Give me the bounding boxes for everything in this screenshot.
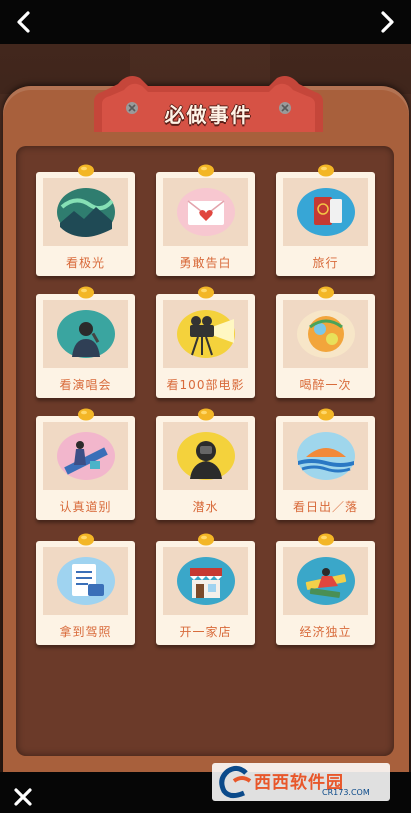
item-card-confession[interactable]: 勇敢告白: [156, 164, 255, 276]
item-label: 勇敢告白: [179, 256, 232, 270]
flying-money-icon: [283, 547, 368, 615]
item-label: 旅行: [312, 256, 339, 270]
item-label: 看100部电影: [166, 378, 245, 392]
item-label: 喝醉一次: [299, 378, 352, 392]
item-label: 开一家店: [179, 625, 232, 639]
watermark-logo-icon: [219, 765, 252, 799]
page-title: 必做事件: [164, 103, 253, 127]
item-card-drunk[interactable]: 喝醉一次: [276, 286, 375, 398]
forward-button[interactable]: [373, 8, 401, 36]
close-icon: [14, 788, 32, 806]
sunset-icon: [283, 422, 368, 490]
item-card-diving[interactable]: 潜水: [156, 408, 255, 520]
item-label: 看极光: [65, 256, 105, 270]
item-card-sunrise[interactable]: 看日出／落: [276, 408, 375, 520]
title-banner: 必做事件: [88, 72, 329, 132]
item-card-independence[interactable]: 经济独立: [276, 533, 375, 645]
item-label: 看演唱会: [59, 378, 112, 392]
item-card-farewell[interactable]: 认真道别: [36, 408, 135, 520]
back-button[interactable]: [10, 8, 38, 36]
movie-camera-icon: [163, 300, 248, 368]
love-letter-icon: [163, 178, 248, 246]
watermark-url: CR173.COM: [322, 788, 370, 797]
license-icon: [43, 547, 128, 615]
item-card-movies[interactable]: 看100部电影: [156, 286, 255, 398]
aurora-icon: [43, 178, 128, 246]
chevron-right-icon: [381, 11, 394, 33]
watermark: 西西软件园 CR173.COM: [212, 763, 390, 801]
singer-icon: [43, 300, 128, 368]
item-card-concert[interactable]: 看演唱会: [36, 286, 135, 398]
item-label: 拿到驾照: [59, 625, 112, 639]
item-card-travel[interactable]: 旅行: [276, 164, 375, 276]
drinks-icon: [283, 300, 368, 368]
close-button[interactable]: [12, 786, 34, 808]
diver-icon: [163, 422, 248, 490]
top-bar: [0, 0, 411, 44]
item-label: 看日出／落: [292, 500, 358, 514]
passport-icon: [283, 178, 368, 246]
item-label: 潜水: [192, 500, 219, 514]
farewell-icon: [43, 422, 128, 490]
item-label: 经济独立: [299, 625, 352, 639]
chevron-left-icon: [17, 11, 30, 33]
item-card-shop[interactable]: 开一家店: [156, 533, 255, 645]
item-card-license[interactable]: 拿到驾照: [36, 533, 135, 645]
item-card-aurora[interactable]: 看极光: [36, 164, 135, 276]
item-label: 认真道别: [59, 500, 112, 514]
shop-icon: [163, 547, 248, 615]
